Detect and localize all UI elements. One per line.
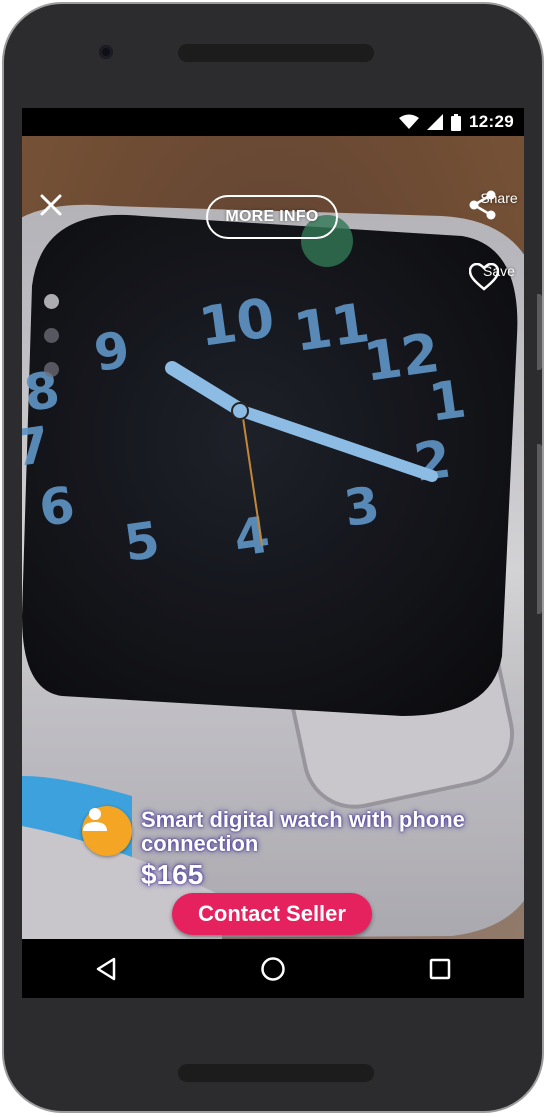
home-circle-icon bbox=[261, 956, 285, 981]
gallery-page-indicator bbox=[44, 294, 59, 396]
gallery-dot-3[interactable] bbox=[44, 362, 59, 377]
battery-icon bbox=[451, 113, 462, 131]
home-button[interactable] bbox=[243, 944, 303, 994]
back-button[interactable] bbox=[76, 944, 136, 994]
contact-seller-button[interactable]: Contact Seller bbox=[172, 893, 372, 935]
back-triangle-icon bbox=[96, 957, 115, 980]
seller-avatar[interactable] bbox=[82, 806, 132, 856]
phone-screen: 12:29 MORE INFO Share Save Smart digital… bbox=[22, 108, 524, 998]
more-info-button[interactable]: MORE INFO bbox=[206, 195, 338, 239]
status-bar: 12:29 bbox=[22, 108, 524, 136]
listing-price: $165 bbox=[141, 859, 204, 890]
person-icon bbox=[83, 808, 107, 831]
power-button bbox=[537, 444, 542, 614]
earpiece-speaker bbox=[178, 44, 374, 62]
share-button[interactable]: Share bbox=[469, 190, 524, 220]
status-time: 12:29 bbox=[469, 112, 514, 131]
system-nav-bar bbox=[22, 939, 524, 998]
wifi-icon bbox=[399, 114, 420, 129]
save-button[interactable]: Save bbox=[469, 263, 524, 291]
gallery-dot-2[interactable] bbox=[44, 328, 59, 343]
bottom-speaker bbox=[178, 1064, 374, 1082]
volume-button bbox=[537, 294, 542, 370]
gallery-dot-1[interactable] bbox=[44, 294, 59, 309]
product-photo[interactable]: 10 11 12 1 2 3 4 5 6 7 8 9 bbox=[22, 136, 524, 939]
share-icon bbox=[469, 190, 496, 220]
listing-title: Smart digital watch with phone connectio… bbox=[141, 807, 465, 856]
cell-signal-icon bbox=[427, 114, 444, 130]
heart-icon bbox=[469, 263, 499, 291]
front-camera bbox=[99, 45, 113, 59]
recents-button[interactable] bbox=[410, 944, 470, 994]
close-icon bbox=[40, 194, 62, 216]
close-button[interactable] bbox=[40, 194, 62, 216]
recents-square-icon bbox=[430, 958, 451, 979]
